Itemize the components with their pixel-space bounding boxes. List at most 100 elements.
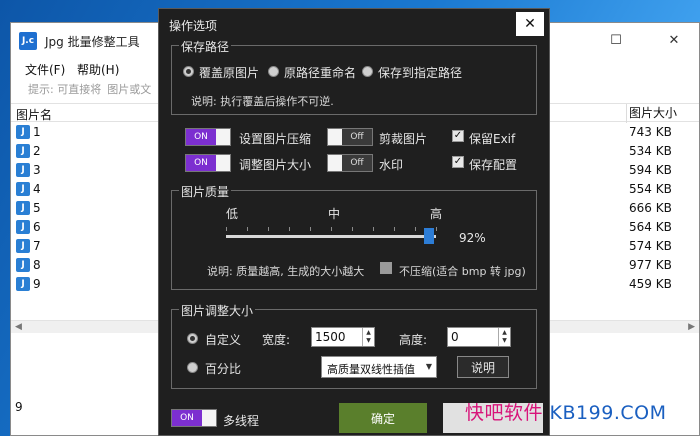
- file-size: 666 KB: [629, 201, 672, 215]
- save-config-label: 保存配置: [469, 158, 518, 172]
- ok-button[interactable]: 确定: [339, 403, 427, 433]
- image-file-icon: J: [16, 277, 30, 291]
- slider-tick: [226, 227, 227, 231]
- image-file-icon: J: [16, 144, 30, 158]
- multithread-toggle[interactable]: ON: [171, 409, 217, 427]
- slider-tick: [436, 227, 437, 231]
- file-name: 4: [33, 182, 41, 196]
- quality-high-label: 高: [430, 207, 443, 221]
- spin-arrows-icon[interactable]: ▲ ▼: [362, 328, 374, 346]
- crop-label: 剪裁图片: [379, 132, 428, 146]
- slider-tick: [310, 227, 311, 231]
- file-name: 7: [33, 239, 41, 253]
- keep-exif-checkbox[interactable]: ✓: [452, 130, 464, 142]
- options-dialog: 操作选项 ✕ 保存路径 覆盖原图片 原路径重命名 保存到指定路径 说明: 执行覆…: [158, 8, 550, 436]
- maximize-button[interactable]: ☐: [599, 23, 633, 57]
- slider-tick: [415, 227, 416, 231]
- slider-tick: [247, 227, 248, 231]
- image-file-icon: J: [16, 220, 30, 234]
- file-name: 2: [33, 144, 41, 158]
- resize-help-button[interactable]: 说明: [457, 356, 509, 378]
- file-name: 1: [33, 125, 41, 139]
- quality-group-title: 图片质量: [179, 183, 232, 200]
- slider-tick: [268, 227, 269, 231]
- close-window-button[interactable]: ✕: [657, 23, 691, 57]
- resize-label: 调整图片大小: [239, 158, 312, 172]
- slider-tick: [352, 227, 353, 231]
- menu-file[interactable]: 文件(F): [25, 61, 65, 78]
- chevron-down-icon: ▼: [425, 362, 432, 371]
- interpolation-select[interactable]: 高质量双线性插值 ▼: [321, 356, 437, 378]
- save-path-group-title: 保存路径: [179, 38, 232, 55]
- radio-resize-percent[interactable]: [187, 362, 198, 373]
- quality-mid-label: 中: [328, 207, 341, 221]
- maximize-icon: ☐: [610, 32, 622, 48]
- slider-tick: [331, 227, 332, 231]
- file-size: 594 KB: [629, 163, 672, 177]
- column-name-header[interactable]: 图片名: [16, 106, 52, 123]
- file-size: 534 KB: [629, 144, 672, 158]
- column-size-header[interactable]: 图片大小: [626, 104, 677, 123]
- dialog-title: 操作选项: [169, 19, 218, 33]
- radio-rename-label: 原路径重命名: [284, 66, 357, 80]
- height-label: 高度:: [399, 333, 428, 347]
- watermark-label: 水印: [379, 158, 404, 172]
- file-size: 564 KB: [629, 220, 672, 234]
- multithread-label: 多线程: [223, 414, 260, 428]
- save-config-checkbox[interactable]: ✓: [452, 156, 464, 168]
- app-icon: J.c: [19, 32, 37, 50]
- file-name: 8: [33, 258, 41, 272]
- image-file-icon: J: [16, 182, 30, 196]
- resize-group-title: 图片调整大小: [179, 302, 256, 319]
- no-compress-checkbox[interactable]: [380, 262, 392, 274]
- image-file-icon: J: [16, 239, 30, 253]
- file-name: 3: [33, 163, 41, 177]
- width-spinbox[interactable]: 1500 ▲ ▼: [311, 327, 375, 347]
- close-icon: ✕: [524, 16, 536, 32]
- file-name: 5: [33, 201, 41, 215]
- spin-arrows-icon[interactable]: ▲ ▼: [498, 328, 510, 346]
- quality-value: 92%: [459, 231, 486, 245]
- close-icon: ✕: [668, 32, 680, 48]
- file-name: 9: [33, 277, 41, 291]
- quality-slider-thumb[interactable]: [424, 228, 435, 244]
- quality-note: 说明: 质量越高, 生成的大小越大: [207, 265, 365, 278]
- radio-custom-path-label: 保存到指定路径: [378, 66, 463, 80]
- image-file-icon: J: [16, 125, 30, 139]
- height-spinbox[interactable]: 0 ▲ ▼: [447, 327, 511, 347]
- quality-slider-track[interactable]: [226, 235, 436, 238]
- watermark-toggle[interactable]: Off: [327, 154, 373, 172]
- keep-exif-label: 保留Exif: [469, 132, 516, 146]
- compress-toggle[interactable]: ON: [185, 128, 231, 146]
- drop-hint: 提示: 可直接将 图片或文: [28, 83, 152, 96]
- save-path-note: 说明: 执行覆盖后操作不可逆.: [191, 95, 334, 108]
- slider-tick: [394, 227, 395, 231]
- radio-resize-custom[interactable]: [187, 333, 198, 344]
- radio-resize-custom-label: 自定义: [205, 333, 242, 347]
- radio-overwrite-label: 覆盖原图片: [199, 66, 260, 80]
- scroll-right-icon[interactable]: ▶: [688, 322, 695, 332]
- file-size: 459 KB: [629, 277, 672, 291]
- radio-custom-path[interactable]: [362, 66, 373, 77]
- menu-help[interactable]: 帮助(H): [77, 61, 119, 78]
- compress-label: 设置图片压缩: [239, 132, 312, 146]
- image-file-icon: J: [16, 163, 30, 177]
- width-label: 宽度:: [262, 333, 291, 347]
- resize-toggle[interactable]: ON: [185, 154, 231, 172]
- file-size: 743 KB: [629, 125, 672, 139]
- file-name: 6: [33, 220, 41, 234]
- radio-rename[interactable]: [268, 66, 279, 77]
- radio-resize-percent-label: 百分比: [205, 362, 242, 376]
- file-size: 554 KB: [629, 182, 672, 196]
- file-size: 977 KB: [629, 258, 672, 272]
- image-file-icon: J: [16, 258, 30, 272]
- main-window-title: Jpg 批量修整工具: [45, 35, 140, 49]
- dialog-close-button[interactable]: ✕: [516, 12, 544, 36]
- slider-tick: [289, 227, 290, 231]
- crop-toggle[interactable]: Off: [327, 128, 373, 146]
- scroll-left-icon[interactable]: ◀: [15, 322, 22, 332]
- quality-low-label: 低: [226, 207, 239, 221]
- file-count: 9: [15, 400, 23, 414]
- image-file-icon: J: [16, 201, 30, 215]
- radio-overwrite[interactable]: [183, 66, 194, 77]
